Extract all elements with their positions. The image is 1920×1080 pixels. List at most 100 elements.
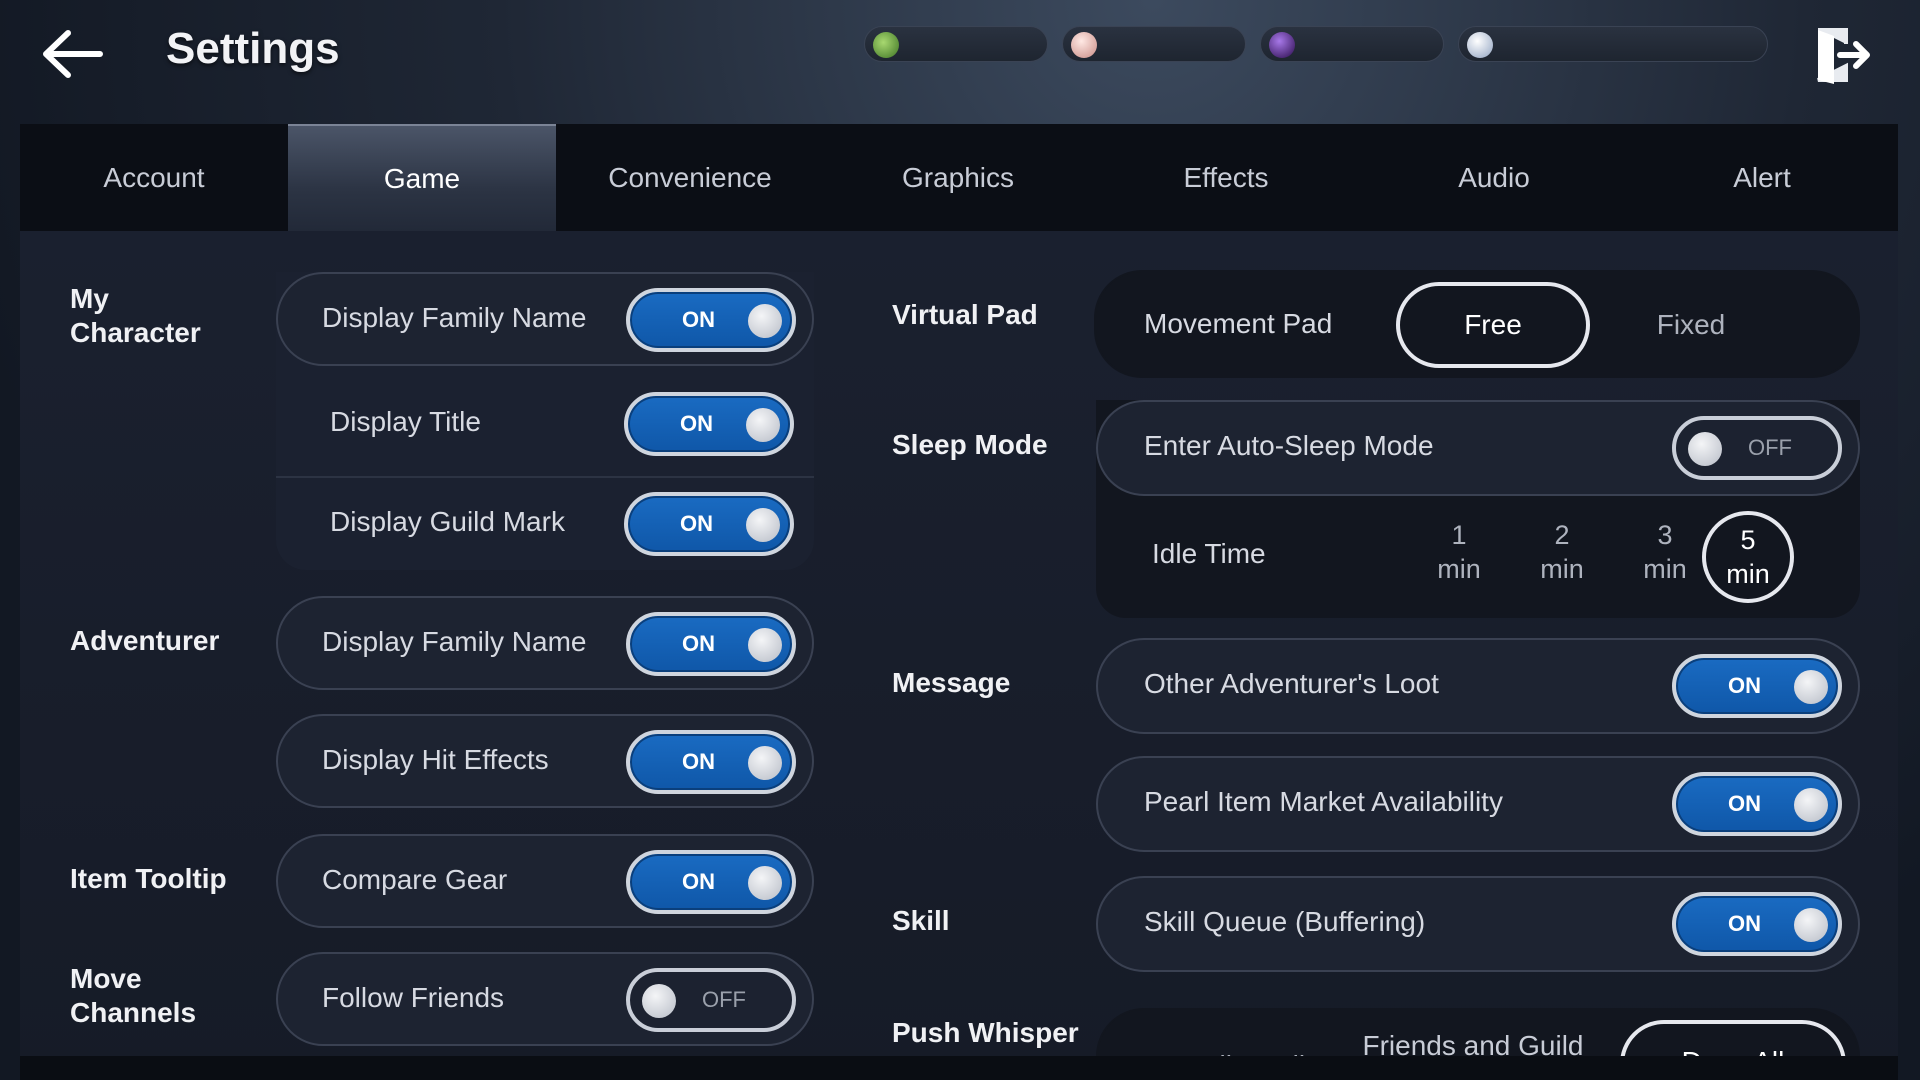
idle-option-number: 3 — [1657, 520, 1673, 550]
idle-option-3[interactable]: 3 min — [1620, 518, 1710, 586]
divider — [276, 476, 814, 478]
toggle-state-label: ON — [682, 869, 715, 894]
toggle-knob — [642, 984, 676, 1018]
tab-alert[interactable]: Alert — [1628, 124, 1896, 231]
toggle-knob — [746, 408, 780, 442]
toggle-skill-queue[interactable]: ON — [1672, 892, 1842, 956]
toggle-state-label: OFF — [702, 987, 746, 1012]
row-auto-sleep: Enter Auto-Sleep Mode OFF — [1096, 400, 1860, 496]
idle-option-unit: min — [1540, 554, 1584, 584]
section-label-skill: Skill — [892, 905, 950, 936]
header-bar: Settings — [0, 0, 1920, 120]
idle-option-2[interactable]: 2 min — [1517, 518, 1607, 586]
option-allow-all[interactable]: Allow All — [1158, 1036, 1348, 1056]
exit-door-icon — [1817, 28, 1870, 84]
idle-option-unit: min — [1643, 554, 1687, 584]
idle-option-5[interactable]: 5 min — [1702, 511, 1794, 603]
row-label: Display Hit Effects — [322, 744, 549, 775]
toggle-state-label: ON — [682, 307, 715, 332]
purple-orb-icon — [1269, 32, 1295, 58]
row-label-display-title: Display Title — [330, 406, 481, 437]
toggle-state-label: ON — [680, 411, 713, 436]
tab-account[interactable]: Account — [20, 124, 288, 231]
tab-audio[interactable]: Audio — [1360, 124, 1628, 231]
section-label-virtual-pad: Virtual Pad — [892, 299, 1038, 330]
row-label: Compare Gear — [322, 864, 508, 895]
row-label-idle-time: Idle Time — [1152, 538, 1266, 569]
toggle-knob — [1794, 670, 1828, 704]
panel-bottom-edge — [20, 1056, 1898, 1080]
row-label: Follow Friends — [322, 982, 505, 1013]
back-button[interactable] — [36, 26, 106, 82]
toggle-knob — [1794, 788, 1828, 822]
row-display-hit-effects: Display Hit Effects ON — [276, 714, 814, 808]
idle-option-number: 5 — [1740, 525, 1756, 555]
silver-coin-icon — [1467, 32, 1493, 58]
section-label-my-character: My Character — [70, 283, 201, 348]
section-label-push-whisper: Push Whisper — [892, 1017, 1079, 1048]
currency-slot-1[interactable] — [864, 26, 1048, 62]
row-label: Other Adventurer's Loot — [1144, 668, 1439, 699]
row-label: Pearl Item Market Availability — [1144, 786, 1503, 817]
option-deny-all[interactable]: Deny All — [1620, 1020, 1846, 1056]
green-gem-icon — [873, 32, 899, 58]
toggle-display-guild-mark[interactable]: ON — [624, 492, 794, 556]
tab-game[interactable]: Game — [288, 124, 556, 231]
idle-option-1[interactable]: 1 min — [1414, 518, 1504, 586]
section-label-sleep-mode: Sleep Mode — [892, 429, 1048, 460]
row-label: Skill Queue (Buffering) — [1144, 906, 1426, 937]
toggle-knob — [748, 866, 782, 900]
row-label: Enter Auto-Sleep Mode — [1144, 430, 1434, 461]
page-title: Settings — [166, 24, 340, 73]
tab-graphics[interactable]: Graphics — [824, 124, 1092, 231]
row-adventurer-family-name: Display Family Name ON — [276, 596, 814, 690]
section-label-adventurer: Adventurer — [70, 625, 220, 656]
row-skill-queue: Skill Queue (Buffering) ON — [1096, 876, 1860, 972]
row-label: Display Family Name — [322, 302, 587, 333]
toggle-pearl-item-market[interactable]: ON — [1672, 772, 1842, 836]
toggle-display-hit-effects[interactable]: ON — [626, 730, 796, 794]
row-follow-friends: Follow Friends OFF — [276, 952, 814, 1046]
toggle-state-label: ON — [682, 631, 715, 656]
tab-bar: Account Game Convenience Graphics Effect… — [20, 124, 1898, 231]
toggle-state-label: ON — [682, 749, 715, 774]
row-label-display-guild-mark: Display Guild Mark — [330, 506, 565, 537]
settings-scroll-area[interactable]: Account Game Convenience Graphics Effect… — [20, 124, 1898, 1056]
idle-option-number: 1 — [1451, 520, 1467, 550]
tab-convenience[interactable]: Convenience — [556, 124, 824, 231]
section-label-message: Message — [892, 667, 1011, 698]
option-free[interactable]: Free — [1396, 282, 1590, 368]
toggle-display-family-name[interactable]: ON — [626, 288, 796, 352]
toggle-knob — [746, 508, 780, 542]
toggle-state-label: ON — [1728, 911, 1761, 936]
option-friends-and-guild[interactable]: Friends and Guild — [1348, 1026, 1598, 1056]
currency-slot-4[interactable] — [1458, 26, 1768, 62]
pink-pearl-icon — [1071, 32, 1097, 58]
toggle-knob — [748, 628, 782, 662]
settings-panel: Account Game Convenience Graphics Effect… — [20, 124, 1898, 1080]
row-pearl-item-market: Pearl Item Market Availability ON — [1096, 756, 1860, 852]
tab-effects[interactable]: Effects — [1092, 124, 1360, 231]
idle-option-unit: min — [1726, 559, 1770, 589]
toggle-state-label: ON — [680, 511, 713, 536]
row-label-movement-pad: Movement Pad — [1144, 308, 1333, 339]
currency-slot-3[interactable] — [1260, 26, 1444, 62]
toggle-follow-friends[interactable]: OFF — [626, 968, 796, 1032]
push-whisper-group: Allow All Friends and Guild Deny All — [1096, 1008, 1860, 1056]
toggle-compare-gear[interactable]: ON — [626, 850, 796, 914]
virtual-pad-group: Movement Pad Free Fixed — [1094, 270, 1860, 378]
toggle-knob — [748, 304, 782, 338]
currency-slot-2[interactable] — [1062, 26, 1246, 62]
toggle-knob — [1688, 432, 1722, 466]
toggle-auto-sleep[interactable]: OFF — [1672, 416, 1842, 480]
toggle-other-adventurers-loot[interactable]: ON — [1672, 654, 1842, 718]
exit-button[interactable] — [1812, 24, 1872, 86]
idle-option-number: 2 — [1554, 520, 1570, 550]
row-label: Display Family Name — [322, 626, 587, 657]
option-fixed[interactable]: Fixed — [1596, 282, 1786, 368]
toggle-adventurer-family-name[interactable]: ON — [626, 612, 796, 676]
section-label-item-tooltip: Item Tooltip — [70, 863, 227, 894]
toggle-knob — [1794, 908, 1828, 942]
toggle-state-label: ON — [1728, 673, 1761, 698]
toggle-display-title[interactable]: ON — [624, 392, 794, 456]
